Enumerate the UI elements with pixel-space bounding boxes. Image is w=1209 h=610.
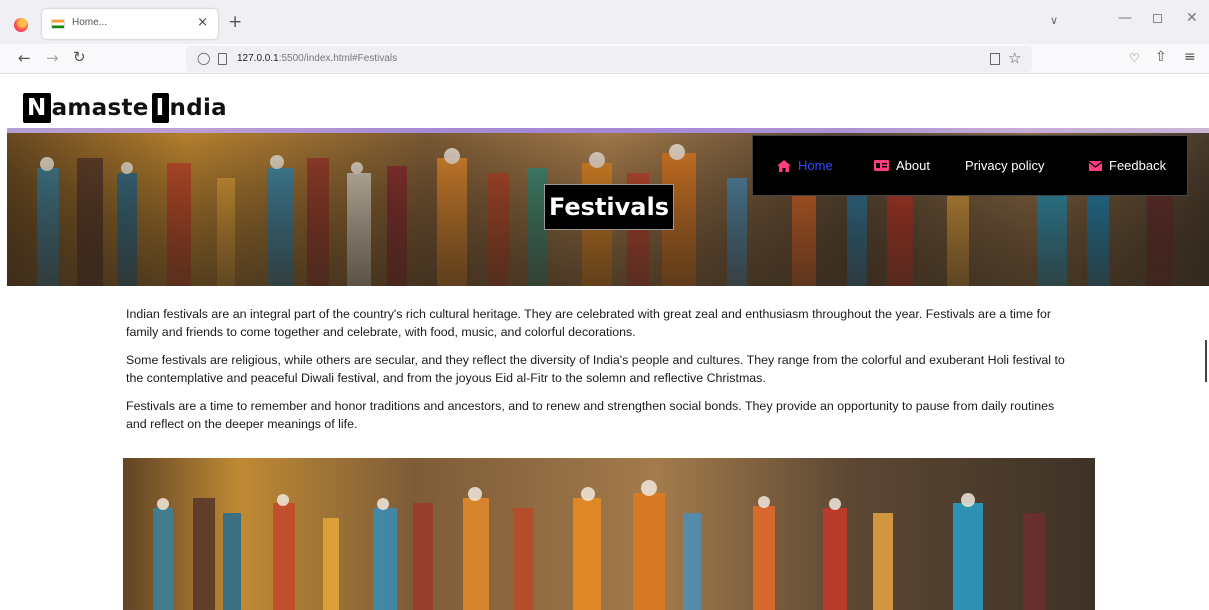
page-title: Festivals xyxy=(544,184,674,230)
browser-tab[interactable]: Home... × xyxy=(42,9,218,39)
page-info-icon[interactable] xyxy=(218,53,227,65)
browser-tab-bar: Home... × + ∨ — ✕ xyxy=(0,0,1209,44)
browser-nav-bar: ← → ↻ ◯ 127.0.0.1:5500/index.html#Festiv… xyxy=(0,44,1209,74)
url-bar[interactable]: ◯ 127.0.0.1:5500/index.html#Festivals ☆ xyxy=(186,46,1032,72)
nav-about[interactable]: About xyxy=(874,158,930,173)
nav-about-label: About xyxy=(896,158,930,173)
restore-window-icon[interactable] xyxy=(1153,14,1162,23)
festivals-content: Indian festivals are an integral part of… xyxy=(126,305,1076,443)
id-card-icon xyxy=(874,160,889,171)
hero-top-glow xyxy=(7,128,1209,133)
main-navigation: Home About Privacy policy Feedback xyxy=(752,135,1188,196)
close-window-icon[interactable]: ✕ xyxy=(1186,10,1198,26)
back-arrow-icon[interactable]: ← xyxy=(18,49,31,67)
new-tab-button[interactable]: + xyxy=(228,12,242,32)
india-flag-favicon-icon xyxy=(51,19,65,29)
nav-home[interactable]: Home xyxy=(777,158,833,173)
hamburger-menu-icon[interactable]: ≡ xyxy=(1184,49,1196,65)
scrollbar-thumb[interactable] xyxy=(1205,340,1207,382)
close-tab-icon[interactable]: × xyxy=(197,15,208,30)
paragraph-1: Indian festivals are an integral part of… xyxy=(126,307,1052,339)
paragraph-3: Festivals are a time to remember and hon… xyxy=(126,399,1055,431)
nav-privacy-policy[interactable]: Privacy policy xyxy=(965,158,1044,173)
minimize-icon[interactable]: — xyxy=(1118,10,1132,26)
reload-icon[interactable]: ↻ xyxy=(73,48,86,66)
nav-feedback[interactable]: Feedback xyxy=(1089,158,1166,173)
envelope-icon xyxy=(1089,160,1102,171)
home-icon xyxy=(777,159,791,172)
nav-home-label: Home xyxy=(798,158,833,173)
festival-painting-image xyxy=(123,458,1095,610)
reader-view-icon[interactable] xyxy=(990,53,1000,65)
url-text[interactable]: 127.0.0.1:5500/index.html#Festivals xyxy=(237,53,397,64)
forward-arrow-icon[interactable]: → xyxy=(46,49,59,67)
site-logo[interactable]: Namaste India xyxy=(23,90,227,126)
tracking-shield-icon[interactable]: ◯ xyxy=(197,51,210,65)
extensions-icon[interactable]: ⇧ xyxy=(1155,49,1167,65)
nav-feedback-label: Feedback xyxy=(1109,158,1167,173)
firefox-logo-icon[interactable] xyxy=(14,18,28,32)
paragraph-2: Some festivals are religious, while othe… xyxy=(126,353,1065,385)
tab-title: Home... xyxy=(72,17,108,28)
bookmark-star-icon[interactable]: ☆ xyxy=(1008,49,1021,67)
nav-privacy-label: Privacy policy xyxy=(965,158,1045,173)
pocket-icon[interactable]: ♡ xyxy=(1129,51,1140,65)
tab-list-chevron-icon[interactable]: ∨ xyxy=(1050,14,1058,27)
